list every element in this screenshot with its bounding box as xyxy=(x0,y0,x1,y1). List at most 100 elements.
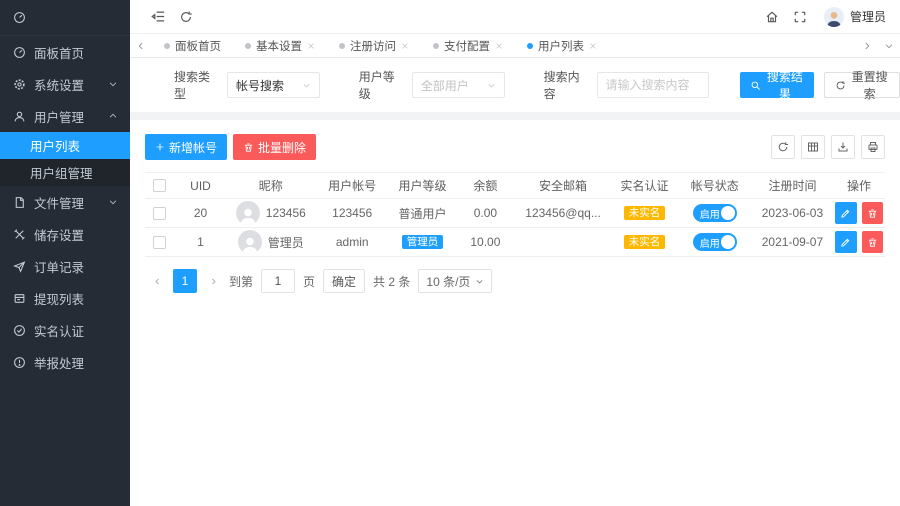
cell-uid: 20 xyxy=(175,206,227,220)
next-page-button[interactable] xyxy=(201,269,225,293)
prev-page-button[interactable] xyxy=(145,269,169,293)
table-row: 1 管理员 admin 管理员 10.00 未实名 xyxy=(145,228,885,257)
sidebar-item-label: 文件管理 xyxy=(34,193,84,212)
sidebar-submenu-user-management: 用户列表 用户组管理 xyxy=(0,132,130,186)
close-icon[interactable] xyxy=(495,42,503,50)
trash-icon xyxy=(867,208,878,219)
sidebar-item-user-list[interactable]: 用户列表 xyxy=(0,132,130,159)
add-account-button[interactable]: 新增帐号 xyxy=(145,134,227,160)
sidebar-item-label: 用户管理 xyxy=(34,107,84,126)
sidebar-item-label: 系统设置 xyxy=(34,75,84,94)
sidebar-item-user-group-management[interactable]: 用户组管理 xyxy=(0,159,130,186)
close-icon[interactable] xyxy=(589,42,597,50)
sidebar-item-dashboard[interactable]: 面板首页 xyxy=(0,36,130,68)
batch-delete-button[interactable]: 批量删除 xyxy=(233,134,316,160)
sidebar-logo[interactable] xyxy=(0,0,130,36)
refresh-page-button[interactable] xyxy=(172,3,200,31)
tabs-menu-button[interactable] xyxy=(878,34,900,58)
cell-regtime: 2021-09-07 xyxy=(752,235,833,249)
user-name: 管理员 xyxy=(850,8,886,25)
tab-user-list[interactable]: 用户列表 xyxy=(515,34,609,58)
sidebar-item-report-handling[interactable]: 举报处理 xyxy=(0,346,130,378)
sidebar-item-order-records[interactable]: 订单记录 xyxy=(0,250,130,282)
delete-button[interactable] xyxy=(862,202,883,224)
chevron-down-icon xyxy=(108,197,118,207)
trash-icon xyxy=(867,237,878,248)
col-header-email: 安全邮箱 xyxy=(515,177,611,194)
pencil-icon xyxy=(840,208,851,219)
goto-page-input[interactable] xyxy=(261,269,295,293)
sidebar-item-label: 举报处理 xyxy=(34,353,84,372)
cell-email: 123456@qq... xyxy=(515,206,611,220)
refresh-icon xyxy=(835,80,846,91)
sidebar-item-storage-settings[interactable]: 储存设置 xyxy=(0,218,130,250)
admin-app: 面板首页 系统设置 用户管理 用户列表 用户组管理 文件管理 xyxy=(0,0,900,506)
search-panel: 搜索类型 帐号搜索 用户等级 全部用户 搜索内容 搜索结果 重置搜索 xyxy=(130,58,900,112)
search-content-label: 搜索内容 xyxy=(544,68,585,102)
realname-badge: 未实名 xyxy=(624,235,666,250)
chevron-right-icon xyxy=(862,41,872,51)
tabs-scroll-left-button[interactable] xyxy=(130,34,152,58)
cell-uid: 1 xyxy=(175,235,227,249)
sidebar-item-label: 实名认证 xyxy=(34,321,84,340)
page-number-button[interactable]: 1 xyxy=(173,269,197,293)
close-icon[interactable] xyxy=(401,42,409,50)
col-header-balance: 余额 xyxy=(456,177,515,194)
col-header-account: 用户帐号 xyxy=(315,177,389,194)
tab-basic-settings[interactable]: 基本设置 xyxy=(233,34,327,58)
table-print-button[interactable] xyxy=(861,135,885,159)
edit-button[interactable] xyxy=(835,202,856,224)
status-toggle[interactable]: 启用 xyxy=(693,233,737,251)
sidebar-item-realname-verify[interactable]: 实名认证 xyxy=(0,314,130,346)
search-content-input[interactable] xyxy=(597,72,709,98)
row-checkbox[interactable] xyxy=(153,236,166,249)
goto-confirm-button[interactable]: 确定 xyxy=(323,269,365,293)
table-toolbar: 新增帐号 批量删除 xyxy=(145,134,885,160)
search-type-label: 搜索类型 xyxy=(174,68,215,102)
reset-search-button[interactable]: 重置搜索 xyxy=(824,72,900,98)
user-table-card: 新增帐号 批量删除 xyxy=(130,120,900,305)
table-columns-button[interactable] xyxy=(801,135,825,159)
withdraw-icon xyxy=(13,292,26,305)
goto-suffix-label: 页 xyxy=(303,273,315,290)
level-badge: 管理员 xyxy=(402,235,444,250)
home-button[interactable] xyxy=(758,3,786,31)
toggle-knob xyxy=(721,235,735,249)
search-type-select[interactable]: 帐号搜索 xyxy=(227,72,320,98)
user-icon xyxy=(13,110,26,123)
user-level-value: 全部用户 xyxy=(421,77,469,94)
delete-button[interactable] xyxy=(862,231,883,253)
sidebar-item-file-management[interactable]: 文件管理 xyxy=(0,186,130,218)
status-toggle[interactable]: 启用 xyxy=(693,204,737,222)
sidebar-item-user-management[interactable]: 用户管理 xyxy=(0,100,130,132)
tab-label: 用户列表 xyxy=(538,38,584,54)
table-export-button[interactable] xyxy=(831,135,855,159)
row-checkbox[interactable] xyxy=(153,207,166,220)
tab-dot xyxy=(245,43,251,49)
tabs-scroll-right-button[interactable] xyxy=(856,34,878,58)
page-size-select[interactable]: 10 条/页 xyxy=(418,269,492,293)
tab-payment-config[interactable]: 支付配置 xyxy=(421,34,515,58)
top-bar: 管理员 xyxy=(130,0,900,34)
chevron-up-icon xyxy=(108,111,118,121)
fullscreen-button[interactable] xyxy=(786,3,814,31)
tab-register-access[interactable]: 注册访问 xyxy=(327,34,421,58)
cell-regtime: 2023-06-03 xyxy=(752,206,833,220)
user-table: UID 昵称 用户帐号 用户等级 余额 安全邮箱 实名认证 帐号状态 注册时间 … xyxy=(145,172,885,257)
close-icon[interactable] xyxy=(307,42,315,50)
goto-prefix-label: 到第 xyxy=(229,273,253,290)
sidebar-item-system-settings[interactable]: 系统设置 xyxy=(0,68,130,100)
collapse-sidebar-button[interactable] xyxy=(144,3,172,31)
plus-icon xyxy=(155,142,165,152)
edit-button[interactable] xyxy=(835,231,856,253)
search-button[interactable]: 搜索结果 xyxy=(740,72,814,98)
user-level-label: 用户等级 xyxy=(359,68,400,102)
select-all-checkbox[interactable] xyxy=(153,179,166,192)
user-level-select[interactable]: 全部用户 xyxy=(412,72,505,98)
table-refresh-button[interactable] xyxy=(771,135,795,159)
col-header-nickname: 昵称 xyxy=(226,177,315,194)
tab-dashboard[interactable]: 面板首页 xyxy=(152,34,233,58)
report-icon xyxy=(13,356,26,369)
sidebar-item-withdraw-list[interactable]: 提现列表 xyxy=(0,282,130,314)
user-menu[interactable]: 管理员 xyxy=(824,7,886,27)
